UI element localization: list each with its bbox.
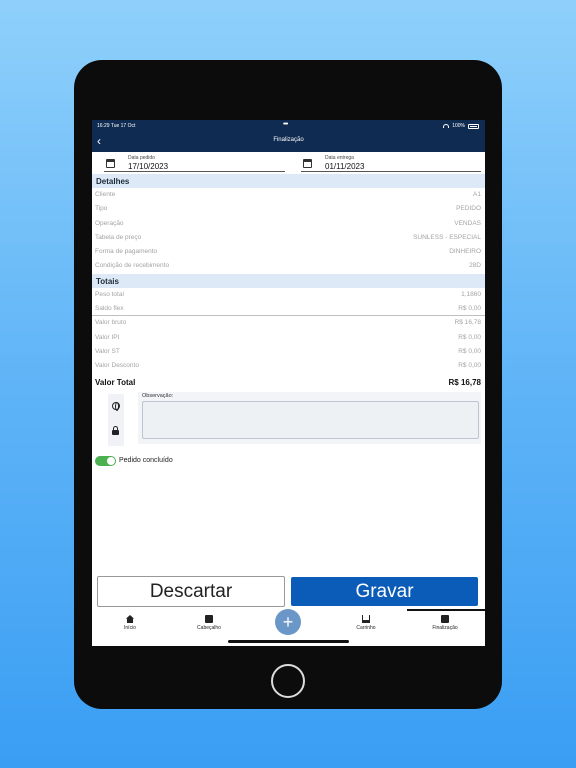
tab-finalizacao-label: Finalização (432, 625, 458, 631)
active-tab-indicator (407, 609, 485, 611)
total-row-valor-ipi: Valor IPI R$ 0,00 (92, 331, 485, 345)
battery-percent: 100% (452, 123, 465, 129)
data-entrega-value: 01/11/2023 (325, 162, 365, 171)
status-bar: 16:29 Tue 17 Oct ••• 100% (92, 121, 485, 131)
data-entrega-field[interactable]: Data entrega 01/11/2023 (301, 154, 481, 172)
tab-inicio-label: Início (124, 625, 136, 631)
row-label: Valor Desconto (95, 362, 139, 370)
data-pedido-value: 17/10/2023 (128, 162, 169, 171)
row-label: Peso total (95, 290, 124, 298)
row-value: R$ 0,00 (458, 333, 481, 341)
totais-list: Peso total 1,1860 Saldo flex R$ 0,00 Valor… (92, 288, 485, 390)
wifi-icon (443, 124, 450, 128)
row-value: DINHEIRO (449, 248, 481, 256)
discard-button[interactable]: Descartar (97, 576, 285, 607)
total-row-saldo-flex: Saldo flex R$ 0,00 (92, 302, 485, 317)
total-row-valor-desconto: Valor Desconto R$ 0,00 (92, 359, 485, 373)
valor-total-value: R$ 16,78 (448, 377, 481, 387)
row-value: R$ 0,00 (458, 362, 481, 370)
nav-row: ‹ Finalização (92, 134, 485, 149)
detail-row-condicao-recebimento: Condição de recebimento 28D (92, 259, 485, 273)
dates-row: Data pedido 17/10/2023 Data entrega 01/1… (92, 152, 485, 174)
valor-total-label: Valor Total (95, 377, 136, 387)
clipboard-icon (205, 615, 213, 623)
total-row-peso: Peso total 1,1860 (92, 288, 485, 302)
page-title: Finalização (273, 137, 304, 143)
observacao-textarea[interactable] (142, 400, 479, 439)
save-button[interactable]: Gravar (291, 577, 478, 606)
battery-icon (468, 123, 479, 129)
detail-row-tipo: Tipo PEDIDO (92, 202, 485, 216)
data-pedido-field[interactable]: Data pedido 17/10/2023 (104, 154, 285, 172)
row-value: A1 (473, 191, 481, 198)
bottom-nav: Início Cabeçalho + Carrinho Finalização (92, 609, 485, 646)
row-label: Valor ST (95, 347, 120, 355)
tab-cabecalho-label: Cabeçalho (197, 625, 221, 631)
row-label: Cliente (95, 191, 116, 198)
tab-cabecalho[interactable]: Cabeçalho (179, 615, 239, 631)
valor-total-row: Valor Total R$ 16,78 (92, 374, 485, 390)
detail-row-forma-pagamento: Forma de pagamento DINHEIRO (92, 245, 485, 259)
cart-icon (362, 615, 370, 623)
toggle-knob (107, 456, 115, 465)
row-label: Valor bruto (95, 319, 127, 327)
row-value: VENDAS (454, 219, 481, 227)
document-icon (441, 615, 449, 623)
data-entrega-label: Data entrega (325, 155, 354, 161)
calendar-icon (106, 159, 115, 168)
pedido-concluido-row: Pedido concluído (92, 453, 485, 469)
observacao-label: Observação: (142, 392, 174, 399)
row-label: Valor IPI (95, 333, 120, 341)
globe-icon[interactable] (112, 401, 120, 411)
totais-section-header: Totais (92, 273, 485, 288)
row-value: R$ 16,78 (454, 319, 481, 327)
row-label: Tabela de preço (95, 233, 142, 241)
tab-finalizacao[interactable]: Finalização (415, 615, 475, 631)
row-value: 28D (469, 262, 481, 270)
pedido-concluido-label: Pedido concluído (119, 456, 173, 464)
row-label: Forma de pagamento (95, 248, 158, 256)
row-value: R$ 0,00 (458, 305, 481, 313)
multitasking-dots[interactable]: ••• (283, 121, 288, 128)
row-value: 1,1860 (461, 290, 481, 298)
data-pedido-label: Data pedido (128, 155, 155, 161)
add-fab-button[interactable]: + (275, 609, 301, 635)
lock-icon[interactable] (112, 425, 119, 435)
row-label: Operação (95, 219, 124, 227)
row-value: PEDIDO (456, 205, 481, 213)
tab-carrinho[interactable]: Carrinho (336, 615, 396, 631)
app-screen: 16:29 Tue 17 Oct ••• 100% ‹ Finalização … (92, 120, 485, 646)
hardware-home-button[interactable] (271, 664, 305, 698)
tab-inicio[interactable]: Início (100, 615, 160, 631)
detalhes-list: Cliente A1 Tipo PEDIDO Operação VENDAS Tabe… (92, 188, 485, 274)
calendar-icon (303, 159, 312, 168)
row-label: Saldo flex (95, 305, 124, 313)
row-label: Condição de recebimento (95, 262, 170, 270)
row-value: R$ 0,00 (458, 347, 481, 355)
top-bar: 16:29 Tue 17 Oct ••• 100% ‹ Finalização (92, 120, 485, 152)
total-row-valor-st: Valor ST R$ 0,00 (92, 345, 485, 359)
pedido-concluido-toggle[interactable] (95, 455, 116, 466)
observacao-panel: Observação: (138, 391, 481, 444)
status-time: 16:29 Tue 17 Oct (97, 123, 136, 129)
detail-row-tabela-preco: Tabela de preço SUNLESS - ESPECIAL (92, 231, 485, 245)
detail-row-cliente: Cliente A1 (92, 188, 485, 202)
observacao-section: Observação: (92, 391, 485, 448)
home-icon (126, 615, 134, 623)
total-row-valor-bruto: Valor bruto R$ 16,78 (92, 316, 485, 330)
home-indicator (228, 640, 349, 643)
row-value: SUNLESS - ESPECIAL (413, 233, 481, 241)
tab-carrinho-label: Carrinho (356, 625, 376, 631)
detail-row-operacao: Operação VENDAS (92, 217, 485, 231)
status-right: 100% (443, 123, 479, 129)
detalhes-section-header: Detalhes (92, 174, 485, 188)
row-label: Tipo (95, 205, 108, 213)
